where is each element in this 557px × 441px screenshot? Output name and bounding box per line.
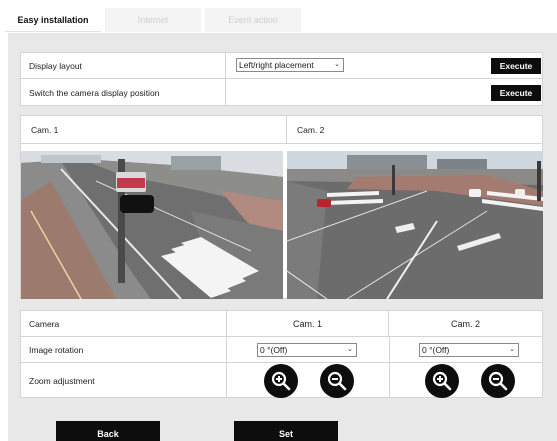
rotation-divider [389,337,390,362]
zoom-divider [389,363,390,398]
tab-easy-installation[interactable]: Easy installation [5,8,101,32]
rotation-value-cam1: 0 °(Off) [260,345,288,355]
zoom-in-button-cam2[interactable] [425,364,459,398]
zoom-in-icon [432,371,452,391]
tab-event-action[interactable]: Event action [205,8,301,32]
zoom-in-icon [271,371,291,391]
zoom-out-button-cam1[interactable] [320,364,354,398]
zoom-out-icon [488,371,508,391]
back-button[interactable]: Back [56,421,160,441]
rotation-select-cam2[interactable]: 0 °(Off) ⌄ [419,343,519,357]
switch-position-row: Switch the camera display position Execu… [21,79,542,106]
zoom-out-icon [327,371,347,391]
cam2-image [287,151,543,299]
camera-settings-table: Camera Cam. 1 Cam. 2 Image rotation 0 °(… [20,310,543,398]
display-settings-table: Display layout Left/right placement ⌄ Ex… [20,52,543,106]
rotation-value-cam2: 0 °(Off) [422,345,450,355]
zoom-in-button-cam1[interactable] [264,364,298,398]
switch-position-label: Switch the camera display position [21,79,226,106]
zoom-adjustment-label: Zoom adjustment [21,363,227,398]
image-rotation-label: Image rotation [21,337,227,362]
set-button[interactable]: Set [234,421,338,441]
zoom-adjustment-row: Zoom adjustment [21,363,542,398]
tab-internet[interactable]: Internet [105,8,201,32]
chevron-down-icon: ⌄ [347,346,353,353]
chevron-down-icon: ⌄ [509,346,515,353]
camera-preview-box: Cam. 1 Cam. 2 [20,115,543,299]
camera-col-cam1: Cam. 1 [227,311,389,336]
execute-layout-button[interactable]: Execute [491,58,541,74]
display-layout-row: Display layout Left/right placement ⌄ Ex… [21,53,542,79]
cam1-title: Cam. 1 [21,116,287,144]
image-rotation-row: Image rotation 0 °(Off) ⌄ 0 °(Off) ⌄ [21,337,542,363]
display-layout-select[interactable]: Left/right placement ⌄ [236,58,344,72]
chevron-down-icon: ⌄ [334,61,340,68]
cam1-image [21,151,283,299]
rotation-select-cam1[interactable]: 0 °(Off) ⌄ [257,343,357,357]
tab-bar: Easy installation Internet Event action [0,8,557,32]
display-layout-label: Display layout [21,53,226,78]
camera-col-cam2: Cam. 2 [450,318,480,329]
camera-label: Camera [21,311,227,336]
cam2-title: Cam. 2 [287,116,542,144]
main-panel: Display layout Left/right placement ⌄ Ex… [8,33,557,441]
zoom-out-button-cam2[interactable] [481,364,515,398]
display-layout-value: Left/right placement [239,60,314,70]
execute-switch-button[interactable]: Execute [491,85,541,101]
camera-row: Camera Cam. 1 Cam. 2 [21,311,542,337]
